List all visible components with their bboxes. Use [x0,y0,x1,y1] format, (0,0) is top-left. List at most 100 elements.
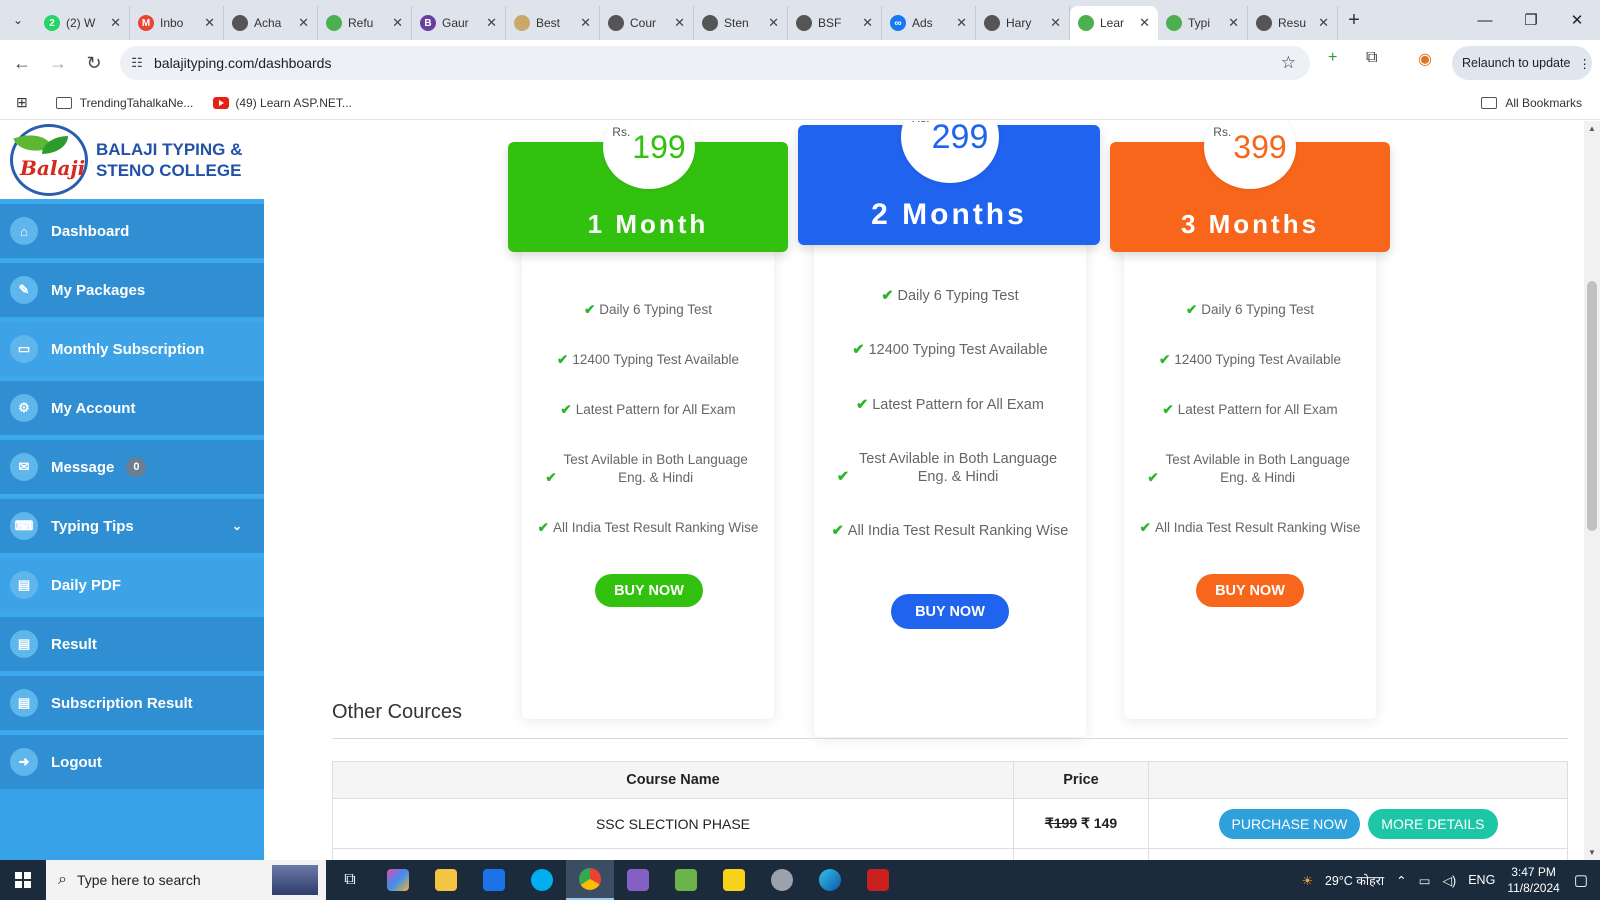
tab-close-icon[interactable]: ✕ [956,15,967,31]
tab-favicon-icon: B [420,15,436,31]
taskbar-search[interactable]: ⌕ Type here to search [46,860,326,900]
more-menu-icon[interactable]: ⋮ [1578,56,1591,71]
apps-grid-icon[interactable]: ⊞ [16,94,28,111]
browser-tab[interactable]: 2 (2) W ✕ [36,6,130,40]
chevron-down-icon[interactable]: ⌄ [232,519,242,533]
system-tray: ☀ 29°C कोहरा ⌃ ▭ ◁) ENG 3:47 PM 11/8/202… [1302,860,1600,900]
browser-tab[interactable]: Resu ✕ [1248,6,1338,40]
extension-plus-icon[interactable]: + [1328,49,1337,67]
tab-close-icon[interactable]: ✕ [298,15,309,31]
close-window-icon[interactable]: ✕ [1554,0,1600,40]
scrollbar-thumb[interactable] [1587,281,1597,531]
browser-tab[interactable]: Sten ✕ [694,6,788,40]
disk-tool-icon[interactable] [758,860,806,900]
sidebar-item-my-packages[interactable]: ✎ My Packages [0,258,264,317]
bookmark-star-icon[interactable]: ☆ [1281,53,1296,73]
edge-icon[interactable] [806,860,854,900]
site-info-icon[interactable]: ☷ [120,55,154,71]
url-text[interactable]: balajityping.com/dashboards [154,55,331,71]
sidebar-item-my-account[interactable]: ⚙ My Account [0,376,264,435]
task-view-icon[interactable]: ⧉ [326,860,374,900]
sidebar-item-subscription-result[interactable]: ▤ Subscription Result [0,671,264,730]
reload-icon[interactable]: ↻ [76,45,112,81]
buy-now-button[interactable]: BUY NOW [891,594,1009,629]
all-bookmarks[interactable]: All Bookmarks [1481,96,1582,110]
forward-icon[interactable]: → [40,45,76,81]
sidebar-item-typing-tips[interactable]: ⌨ Typing Tips ⌄ [0,494,264,553]
browser-tab[interactable]: Refu ✕ [318,6,412,40]
chrome-icon[interactable] [566,860,614,900]
sidebar-item-message[interactable]: ✉ Message 0 [0,435,264,494]
profile-avatar-icon[interactable]: ◉ [1418,49,1432,69]
scroll-down-icon[interactable]: ▼ [1588,848,1596,857]
filezilla-icon[interactable] [854,860,902,900]
tab-close-icon[interactable]: ✕ [392,15,403,31]
sidebar-item-dashboard[interactable]: ⌂ Dashboard [0,199,264,258]
tab-close-icon[interactable]: ✕ [862,15,873,31]
copilot-icon[interactable] [374,860,422,900]
network-icon[interactable]: ▭ [1419,873,1431,888]
sidebar-item-daily-pdf[interactable]: ▤ Daily PDF [0,553,264,612]
card-icon: ▭ [10,335,38,363]
scroll-up-icon[interactable]: ▲ [1588,124,1596,133]
notifications-icon[interactable]: ▢ [1574,871,1588,889]
language-indicator[interactable]: ENG [1468,873,1495,887]
file-explorer-icon[interactable] [422,860,470,900]
clock[interactable]: 3:47 PM 11/8/2024 [1507,864,1560,896]
more-details-button[interactable]: MORE DETAILS [1368,808,1498,839]
tab-close-icon[interactable]: ✕ [674,15,685,31]
sticky-notes-icon[interactable] [710,860,758,900]
tab-search-icon[interactable]: ⌄ [0,0,36,40]
browser-tab[interactable]: ∞ Ads ✕ [882,6,976,40]
tab-close-icon[interactable]: ✕ [1228,15,1239,31]
tab-close-icon[interactable]: ✕ [1318,15,1329,31]
visual-studio-icon[interactable] [614,860,662,900]
tab-close-icon[interactable]: ✕ [204,15,215,31]
browser-tab[interactable]: Acha ✕ [224,6,318,40]
tab-close-icon[interactable]: ✕ [1050,15,1061,31]
address-bar[interactable]: ☷ balajityping.com/dashboards ☆ [120,46,1310,80]
buy-now-button[interactable]: BUY NOW [1196,574,1304,607]
tab-close-icon[interactable]: ✕ [580,15,591,31]
browser-tab[interactable]: M Inbo ✕ [130,6,224,40]
excel-tool-icon[interactable] [662,860,710,900]
restore-icon[interactable]: ❐ [1508,0,1554,40]
bookmark-item[interactable]: TrendingTahalkaNe... [55,96,193,110]
minimize-icon[interactable]: — [1462,0,1508,40]
start-button[interactable] [0,872,46,888]
mail-icon[interactable] [470,860,518,900]
brand[interactable]: Balaji BALAJI TYPING & STENO COLLEGE [0,121,264,199]
tab-close-icon[interactable]: ✕ [486,15,497,31]
sidebar-item-result[interactable]: ▤ Result [0,612,264,671]
tab-close-icon[interactable]: ✕ [110,15,121,31]
currency-label: Rs. [912,121,930,125]
windows-taskbar: ⌕ Type here to search ⧉ ☀ 29°C कोहरा ⌃ ▭… [0,860,1600,900]
purchase-now-button[interactable]: PURCHASE NOW [1218,808,1361,839]
plan-feature: ✔ All India Test Result Ranking Wise [1124,519,1376,537]
page-scrollbar[interactable]: ▲ ▼ [1584,121,1600,860]
back-icon[interactable]: ← [4,45,40,81]
sidebar-item-monthly-subscription[interactable]: ▭ Monthly Subscription [0,317,264,376]
browser-tab[interactable]: Lear ✕ [1070,6,1158,40]
new-tab-button[interactable]: + [1338,0,1370,40]
tab-close-icon[interactable]: ✕ [1139,15,1150,31]
bookmark-item[interactable]: (49) Learn ASP.NET... [213,96,352,110]
relaunch-label: Relaunch to update [1462,56,1571,70]
sidebar-item-logout[interactable]: ➜ Logout [0,730,264,789]
browser-tab[interactable]: Typi ✕ [1158,6,1248,40]
browser-tab[interactable]: BSF ✕ [788,6,882,40]
browser-tab[interactable]: B Gaur ✕ [412,6,506,40]
skype-icon[interactable] [518,860,566,900]
buy-now-button[interactable]: BUY NOW [595,574,703,607]
tab-close-icon[interactable]: ✕ [768,15,779,31]
browser-tab[interactable]: Best ✕ [506,6,600,40]
weather-text[interactable]: 29°C कोहरा [1325,872,1384,889]
browser-tab[interactable]: Hary ✕ [976,6,1070,40]
tab-title: (2) W [66,16,96,30]
tray-overflow-icon[interactable]: ⌃ [1396,873,1406,888]
extensions-puzzle-icon[interactable]: ⧉ [1366,49,1377,67]
relaunch-button[interactable]: Relaunch to update ⋮ [1452,46,1592,80]
browser-tab[interactable]: Cour ✕ [600,6,694,40]
volume-icon[interactable]: ◁) [1442,873,1456,888]
plan-features-panel: ✔ Daily 6 Typing Test ✔ 12400 Typing Test A… [1124,249,1376,719]
